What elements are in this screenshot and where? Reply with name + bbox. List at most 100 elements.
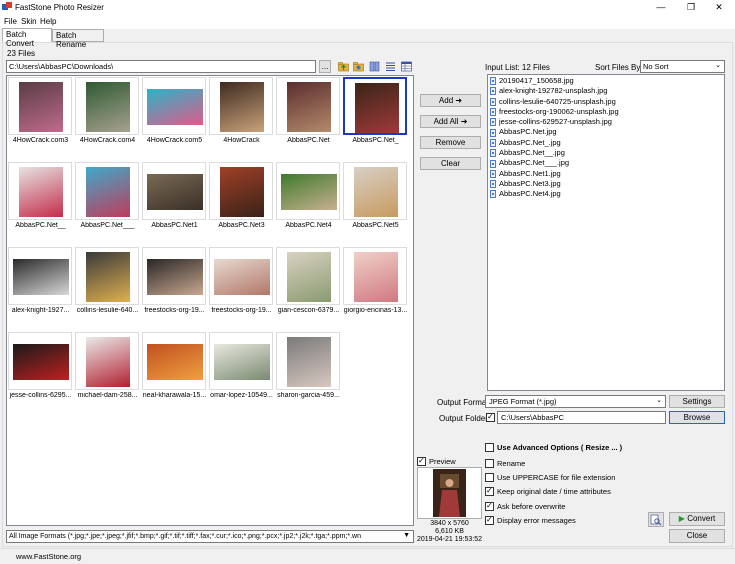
thumbnail-item[interactable]: AbbasPC.Net___ (74, 161, 141, 246)
tab-batch-rename[interactable]: Batch Rename (52, 29, 104, 49)
input-list-item[interactable]: AbbasPC.Net3.jpg (490, 179, 722, 189)
favorite-folder-icon[interactable] (353, 61, 364, 72)
add-button[interactable]: Add ➜ (420, 94, 481, 107)
thumbnail-item[interactable]: giorgio-encinas-13... (342, 246, 409, 331)
input-list-item[interactable]: AbbasPC.Net.jpg (490, 127, 722, 137)
thumbnail-item[interactable]: michael-dam-258... (74, 331, 141, 416)
thumbnail-item[interactable]: AbbasPC.Net5 (342, 161, 409, 246)
preview-toggle[interactable]: Preview (417, 456, 456, 466)
option-checkbox[interactable] (485, 501, 494, 511)
thumbnail-item[interactable]: gian-cescon-6379... (275, 246, 342, 331)
thumbnail-caption: giorgio-encinas-13... (343, 307, 408, 314)
output-folder-checkbox[interactable] (486, 412, 495, 423)
option-row[interactable]: Use Advanced Options ( Resize ... ) (485, 443, 622, 452)
input-list-item[interactable]: AbbasPC.Net__.jpg (490, 148, 722, 158)
browse-output-button[interactable]: Browse (669, 411, 725, 424)
close-window-button[interactable]: ✕ (703, 0, 735, 15)
thumbnail-item[interactable]: 4HowCrack (208, 76, 275, 161)
thumbnail-item[interactable]: AbbasPC.Net_ (342, 76, 409, 161)
thumbnail-image (281, 174, 337, 210)
thumbnail-item[interactable]: 4HowCrack.com5 (141, 76, 208, 161)
option-row[interactable]: Keep original date / time attributes (485, 486, 611, 496)
thumbnail-item[interactable]: neal-kharawala-15... (141, 331, 208, 416)
input-list-filename: AbbasPC.Net_.jpg (499, 137, 561, 147)
preview-dimensions: 3840 x 5760 (430, 520, 469, 527)
thumbnail-item[interactable]: collins-lesulie-640... (74, 246, 141, 331)
input-list-item[interactable]: AbbasPC.Net4.jpg (490, 189, 722, 199)
input-list-item[interactable]: AbbasPC.Net___.jpg (490, 158, 722, 168)
option-row[interactable]: Ask before overwrite (485, 501, 565, 511)
thumbnail-caption: freestocks-org-19... (144, 307, 205, 314)
add-all-button[interactable]: Add All ➜ (420, 115, 481, 128)
preview-checkbox[interactable] (417, 456, 426, 466)
thumbnail-item[interactable]: AbbasPC.Net (275, 76, 342, 161)
thumbnail-frame (142, 77, 206, 135)
input-list-item[interactable]: alex-knight-192782-unsplash.jpg (490, 86, 722, 96)
input-list-filename: alex-knight-192782-unsplash.jpg (499, 86, 608, 96)
thumbnail-image (220, 82, 264, 132)
convert-button[interactable]: ▶ Convert (669, 512, 725, 526)
thumbnail-item[interactable]: jesse-collins-6295... (7, 331, 74, 416)
thumbnail-image (86, 337, 130, 387)
option-checkbox[interactable] (485, 443, 494, 452)
menu-skin[interactable]: Skin (21, 17, 37, 26)
folder-path-input[interactable]: C:\Users\AbbasPC\Downloads\ (6, 60, 316, 73)
thumbnail-frame (276, 247, 340, 305)
thumbnail-caption: 4HowCrack (223, 137, 260, 144)
input-list-item[interactable]: AbbasPC.Net1.jpg (490, 169, 722, 179)
list-view-icon[interactable] (385, 61, 396, 72)
folder-up-icon[interactable] (338, 61, 349, 72)
close-button[interactable]: Close (669, 529, 725, 543)
thumbnail-item[interactable]: freestocks-org-19... (208, 246, 275, 331)
clear-button[interactable]: Clear (420, 157, 481, 170)
thumbnail-frame (343, 77, 407, 135)
thumbnail-caption: AbbasPC.Net__ (15, 222, 66, 229)
thumbnail-grid[interactable]: 4HowCrack.com3 4HowCrack.com4 4HowCrack.co… (6, 75, 414, 526)
option-checkbox[interactable] (485, 486, 494, 496)
option-checkbox[interactable] (485, 459, 494, 468)
thumbnail-item[interactable]: 4HowCrack.com3 (7, 76, 74, 161)
thumbnail-caption: AbbasPC.Net (287, 137, 330, 144)
option-checkbox[interactable] (485, 473, 494, 482)
input-list-filename: AbbasPC.Net4.jpg (499, 189, 561, 199)
settings-button[interactable]: Settings (669, 395, 725, 408)
details-view-icon[interactable] (401, 61, 412, 72)
thumbnail-caption: freestocks-org-19... (211, 307, 272, 314)
thumbnail-item[interactable]: freestocks-org-19... (141, 246, 208, 331)
menu-help[interactable]: Help (40, 17, 56, 26)
option-row[interactable]: Display error messages (485, 515, 576, 525)
thumbnail-item[interactable]: AbbasPC.Net__ (7, 161, 74, 246)
log-viewer-button[interactable] (648, 512, 664, 527)
input-list-item[interactable]: freestocks-org-190062-unsplash.jpg (490, 107, 722, 117)
thumbnail-view-icon[interactable] (369, 61, 380, 72)
output-folder-input[interactable]: C:\Users\AbbasPC (497, 411, 666, 424)
thumbnail-item[interactable]: AbbasPC.Net1 (141, 161, 208, 246)
thumbnail-frame (209, 247, 273, 305)
file-format-filter-select[interactable]: All Image Formats (*.jpg;*.jpe;*.jpeg;*.… (6, 530, 414, 543)
thumbnail-item[interactable]: sharon-garcia-459... (275, 331, 342, 416)
sort-files-select[interactable]: No Sort ⌄ (640, 60, 725, 73)
input-list[interactable]: 20190417_150658.jpg alex-knight-192782-un… (487, 74, 725, 391)
option-checkbox[interactable] (485, 515, 494, 525)
tab-batch-convert[interactable]: Batch Convert (2, 28, 52, 48)
thumbnail-caption: 4HowCrack.com3 (12, 137, 69, 144)
thumbnail-item[interactable]: alex-knight-1927... (7, 246, 74, 331)
minimize-button[interactable]: — (645, 0, 677, 15)
thumbnail-item[interactable]: omar-lopez-10549... (208, 331, 275, 416)
input-list-item[interactable]: 20190417_150658.jpg (490, 76, 722, 86)
remove-button[interactable]: Remove (420, 136, 481, 149)
thumbnail-item[interactable]: AbbasPC.Net3 (208, 161, 275, 246)
output-format-select[interactable]: JPEG Format (*.jpg) ⌄ (485, 395, 666, 408)
input-list-item[interactable]: jesse-collins-629527-unsplash.jpg (490, 117, 722, 127)
input-list-item[interactable]: AbbasPC.Net_.jpg (490, 138, 722, 148)
input-list-item[interactable]: collins-lesulie-640725-unsplash.jpg (490, 97, 722, 107)
thumbnail-item[interactable]: 4HowCrack.com4 (74, 76, 141, 161)
option-row[interactable]: Rename (485, 459, 525, 468)
thumbnail-item[interactable]: AbbasPC.Net4 (275, 161, 342, 246)
option-row[interactable]: Use UPPERCASE for file extension (485, 473, 615, 482)
browse-folder-button[interactable]: ... (319, 60, 331, 73)
thumbnail-image (214, 259, 270, 295)
menu-file[interactable]: File (4, 17, 17, 26)
website-link[interactable]: www.FastStone.org (16, 552, 81, 561)
thumbnail-image (287, 82, 331, 132)
